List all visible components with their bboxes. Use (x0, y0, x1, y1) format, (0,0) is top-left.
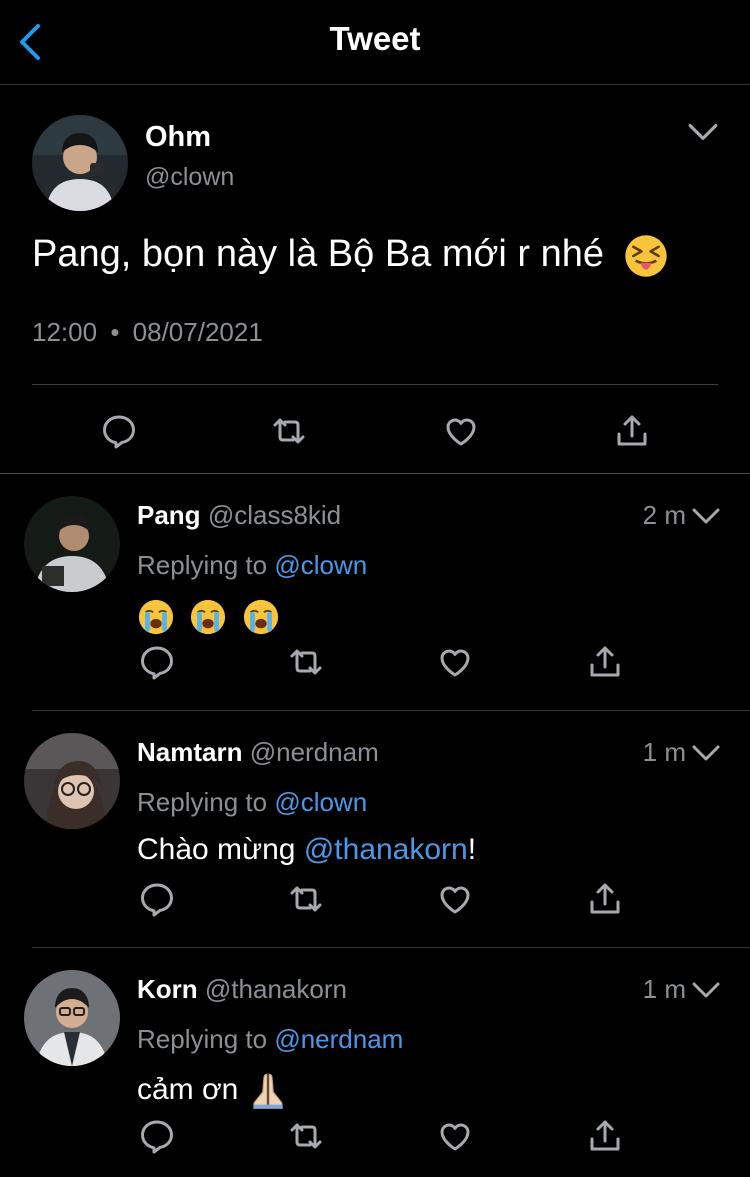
replying-mention[interactable]: @clown (274, 550, 367, 580)
reply-text: cảm ơn (137, 1070, 289, 1112)
replying-mention[interactable]: @clown (274, 787, 367, 817)
reply-header: Korn @thanakorn (137, 974, 347, 1005)
divider (32, 384, 718, 385)
replying-prefix: Replying to (137, 787, 268, 817)
replying-mention[interactable]: @nerdnam (274, 1024, 403, 1054)
replying-to: Replying to @nerdnam (137, 1024, 403, 1055)
reply-icon[interactable] (137, 879, 177, 919)
avatar[interactable] (24, 970, 120, 1066)
top-bar: Tweet (0, 0, 750, 85)
replying-to: Replying to @clown (137, 550, 367, 581)
author-handle[interactable]: @thanakorn (205, 974, 347, 1004)
chevron-down-icon[interactable] (690, 976, 722, 1004)
meta-separator: • (110, 317, 120, 347)
reply-body-mention[interactable]: @thanakorn (304, 833, 468, 866)
reply-tweet[interactable]: Pang @class8kid 2 m Replying to @clown (0, 474, 750, 711)
like-heart-icon[interactable] (435, 642, 475, 682)
folded-hands-emoji-icon (247, 1070, 289, 1112)
share-icon[interactable] (585, 642, 625, 682)
share-icon[interactable] (585, 879, 625, 919)
like-heart-icon[interactable] (441, 411, 481, 451)
avatar[interactable] (32, 115, 128, 211)
loudly-crying-emoji-icon (189, 598, 227, 636)
replying-prefix: Replying to (137, 550, 268, 580)
author-name[interactable]: Ohm (145, 121, 211, 154)
reply-text (137, 598, 280, 636)
author-name[interactable]: Namtarn (137, 737, 242, 767)
author-handle[interactable]: @class8kid (208, 500, 341, 530)
loudly-crying-emoji-icon (137, 598, 175, 636)
replying-prefix: Replying to (137, 1024, 268, 1054)
reply-body-text: Chào mừng (137, 833, 304, 866)
reply-time: 1 m (642, 974, 686, 1004)
tweet-text-content: Pang, bọn này là Bộ Ba mới r nhé (32, 233, 605, 276)
reply-header: Pang @class8kid (137, 500, 341, 531)
main-tweet: Ohm @clown Pang, bọn này là Bộ Ba mới r … (0, 85, 750, 474)
tweet-text: Pang, bọn này là Bộ Ba mới r nhé (32, 233, 669, 279)
reply-header: Namtarn @nerdnam (137, 737, 379, 768)
retweet-icon[interactable] (269, 411, 309, 451)
loudly-crying-emoji-icon (242, 598, 280, 636)
retweet-icon[interactable] (286, 879, 326, 919)
tweet-time: 12:00 (32, 317, 98, 347)
retweet-icon[interactable] (286, 1116, 326, 1156)
reply-time: 2 m (642, 500, 686, 530)
reply-body-suffix: ! (467, 833, 477, 866)
retweet-icon[interactable] (286, 642, 326, 682)
page-title: Tweet (329, 20, 421, 57)
chevron-down-icon[interactable] (686, 117, 720, 147)
author-handle[interactable]: @nerdnam (250, 737, 379, 767)
like-heart-icon[interactable] (435, 879, 475, 919)
reply-time: 1 m (642, 737, 686, 767)
like-heart-icon[interactable] (435, 1116, 475, 1156)
share-icon[interactable] (585, 1116, 625, 1156)
chevron-down-icon[interactable] (690, 739, 722, 767)
reply-icon[interactable] (137, 1116, 177, 1156)
reply-body-text: cảm ơn (137, 1072, 247, 1106)
tweet-date: 08/07/2021 (132, 317, 263, 347)
reply-tweet[interactable]: Korn @thanakorn 1 m Replying to @nerdnam… (0, 948, 750, 1177)
share-icon[interactable] (612, 411, 652, 451)
author-handle[interactable]: @clown (145, 163, 234, 192)
replying-to: Replying to @clown (137, 787, 367, 818)
squinting-tongue-emoji-icon (623, 233, 669, 279)
author-name[interactable]: Korn (137, 974, 198, 1004)
avatar[interactable] (24, 496, 120, 592)
avatar[interactable] (24, 733, 120, 829)
reply-icon[interactable] (137, 642, 177, 682)
reply-icon[interactable] (99, 411, 139, 451)
reply-text: Chào mừng @thanakorn! (137, 833, 476, 867)
tweet-timestamp: 12:00 • 08/07/2021 (32, 317, 263, 348)
chevron-down-icon[interactable] (690, 502, 722, 530)
reply-tweet[interactable]: Namtarn @nerdnam 1 m Replying to @clown … (0, 711, 750, 948)
author-name[interactable]: Pang (137, 500, 201, 530)
